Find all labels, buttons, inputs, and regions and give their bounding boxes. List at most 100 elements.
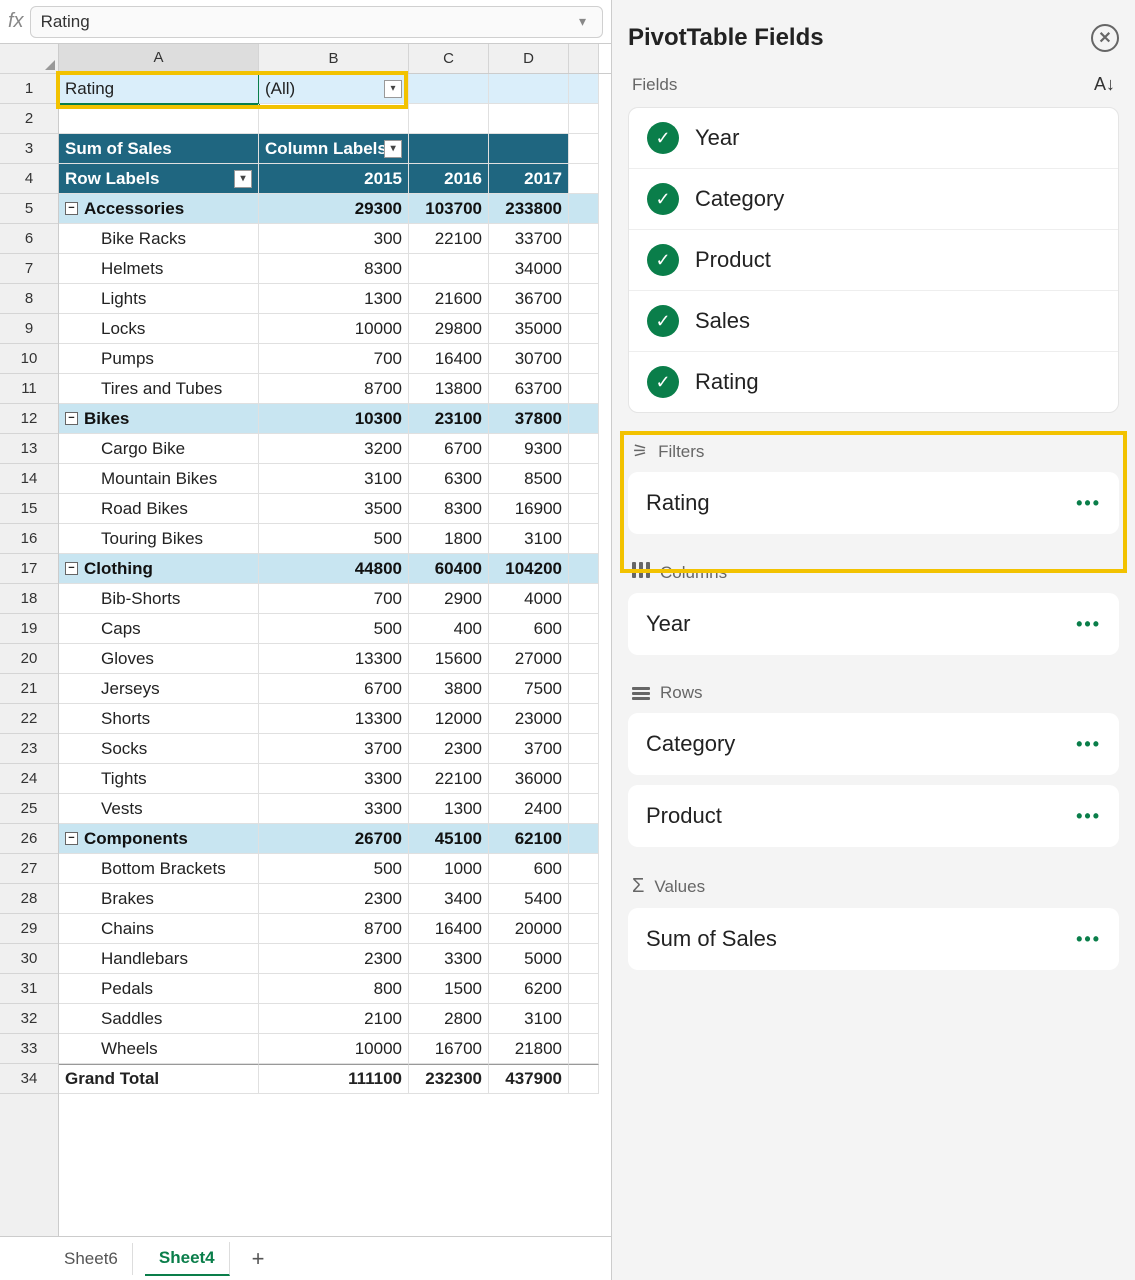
col-header-a[interactable]: A — [59, 44, 259, 73]
more-icon[interactable]: ••• — [1076, 806, 1101, 827]
formula-value: Rating — [41, 12, 90, 32]
row-header[interactable]: 14 — [0, 464, 58, 494]
row-header[interactable]: 2 — [0, 104, 58, 134]
col-header-b[interactable]: B — [259, 44, 409, 73]
filter-dropdown-icon[interactable]: ▾ — [384, 80, 402, 98]
value-card[interactable]: Sum of Sales••• — [628, 908, 1119, 970]
check-icon: ✓ — [647, 122, 679, 154]
column-headers: A B C D — [59, 44, 611, 74]
column-card[interactable]: Year••• — [628, 593, 1119, 655]
data-row: Chains87001640020000 — [59, 914, 611, 944]
row-header[interactable]: 30 — [0, 944, 58, 974]
data-row: Pumps7001640030700 — [59, 344, 611, 374]
row-header[interactable]: 34 — [0, 1064, 58, 1094]
data-row: Caps500400600 — [59, 614, 611, 644]
row-header[interactable]: 1 — [0, 74, 58, 104]
row-header[interactable]: 13 — [0, 434, 58, 464]
row-header[interactable]: 3 — [0, 134, 58, 164]
pivot-filter-row: Rating (All) ▾ — [59, 74, 611, 104]
sum-of-sales-label[interactable]: Sum of Sales — [59, 134, 259, 164]
row-header[interactable]: 31 — [0, 974, 58, 1004]
col-dropdown-icon[interactable]: ▾ — [384, 140, 402, 158]
data-row: Bike Racks3002210033700 — [59, 224, 611, 254]
data-row: Socks370023003700 — [59, 734, 611, 764]
data-row: Jerseys670038007500 — [59, 674, 611, 704]
row-header[interactable]: 10 — [0, 344, 58, 374]
row-header[interactable]: 5 — [0, 194, 58, 224]
filter-value-cell[interactable]: (All) ▾ — [259, 74, 409, 104]
chevron-down-icon[interactable]: ▾ — [573, 13, 592, 30]
pivottable-fields-panel: PivotTable Fields ✕ Fields A↓ ✓Year ✓Cat… — [612, 0, 1135, 1280]
fx-label: fx — [8, 10, 24, 33]
grid: 1 2 3 4 5 6 7 8 9 10 11 12 13 14 15 16 1… — [0, 44, 611, 1236]
row-header[interactable]: 15 — [0, 494, 58, 524]
row-header[interactable]: 26 — [0, 824, 58, 854]
filter-label-cell[interactable]: Rating — [59, 74, 259, 104]
data-row: Bib-Shorts70029004000 — [59, 584, 611, 614]
fields-label: Fields — [632, 75, 677, 95]
field-item[interactable]: ✓Year — [629, 108, 1118, 169]
row-header[interactable]: 9 — [0, 314, 58, 344]
row-header[interactable]: 25 — [0, 794, 58, 824]
row-header[interactable]: 32 — [0, 1004, 58, 1034]
data-row: Gloves133001560027000 — [59, 644, 611, 674]
more-icon[interactable]: ••• — [1076, 614, 1101, 635]
row-header[interactable]: 29 — [0, 914, 58, 944]
sort-icon[interactable]: A↓ — [1094, 74, 1115, 95]
check-icon: ✓ — [647, 244, 679, 276]
col-header-c[interactable]: C — [409, 44, 489, 73]
row-header[interactable]: 7 — [0, 254, 58, 284]
more-icon[interactable]: ••• — [1076, 493, 1101, 514]
add-sheet-button[interactable]: + — [242, 1246, 275, 1272]
filter-card[interactable]: Rating••• — [628, 472, 1119, 534]
close-icon[interactable]: ✕ — [1091, 24, 1119, 52]
row-header[interactable]: 20 — [0, 644, 58, 674]
row-header[interactable]: 4 — [0, 164, 58, 194]
row-header[interactable]: 23 — [0, 734, 58, 764]
data-row: Tires and Tubes87001380063700 — [59, 374, 611, 404]
columns-icon — [632, 562, 650, 583]
row-header[interactable]: 22 — [0, 704, 58, 734]
field-item[interactable]: ✓Category — [629, 169, 1118, 230]
row-header[interactable]: 12 — [0, 404, 58, 434]
data-row: Lights13002160036700 — [59, 284, 611, 314]
data-row: Locks100002980035000 — [59, 314, 611, 344]
select-all-corner[interactable] — [0, 44, 58, 74]
field-item[interactable]: ✓Product — [629, 230, 1118, 291]
row-header[interactable]: 27 — [0, 854, 58, 884]
row-header[interactable]: 33 — [0, 1034, 58, 1064]
formula-bar: fx Rating ▾ — [0, 0, 611, 44]
collapse-icon[interactable]: − — [65, 832, 78, 845]
sheet-tab-active[interactable]: Sheet4 — [145, 1242, 230, 1276]
row-header[interactable]: 8 — [0, 284, 58, 314]
col-header-d[interactable]: D — [489, 44, 569, 73]
rows-label: Rows — [660, 683, 703, 703]
formula-input[interactable]: Rating ▾ — [30, 6, 603, 38]
collapse-icon[interactable]: − — [65, 202, 78, 215]
row-header[interactable]: 18 — [0, 584, 58, 614]
sheet-tab[interactable]: Sheet6 — [50, 1243, 133, 1275]
row-header[interactable]: 16 — [0, 524, 58, 554]
values-label: Values — [654, 877, 705, 897]
row-labels[interactable]: Row Labels ▾ — [59, 164, 259, 194]
row-dropdown-icon[interactable]: ▾ — [234, 170, 252, 188]
row-header[interactable]: 24 — [0, 764, 58, 794]
row-header[interactable]: 28 — [0, 884, 58, 914]
row-card[interactable]: Category••• — [628, 713, 1119, 775]
collapse-icon[interactable]: − — [65, 562, 78, 575]
row-header[interactable]: 6 — [0, 224, 58, 254]
field-item[interactable]: ✓Sales — [629, 291, 1118, 352]
row-header[interactable]: 17 — [0, 554, 58, 584]
row-header[interactable]: 11 — [0, 374, 58, 404]
col-header-blank[interactable] — [569, 44, 599, 73]
row-header[interactable]: 21 — [0, 674, 58, 704]
more-icon[interactable]: ••• — [1076, 734, 1101, 755]
filter-icon: ⚞ — [632, 441, 648, 462]
more-icon[interactable]: ••• — [1076, 929, 1101, 950]
grand-total-row: Grand Total 111100 232300 437900 — [59, 1064, 611, 1094]
collapse-icon[interactable]: − — [65, 412, 78, 425]
field-item[interactable]: ✓Rating — [629, 352, 1118, 412]
row-header[interactable]: 19 — [0, 614, 58, 644]
column-labels[interactable]: Column Labels ▾ — [259, 134, 409, 164]
row-card[interactable]: Product••• — [628, 785, 1119, 847]
